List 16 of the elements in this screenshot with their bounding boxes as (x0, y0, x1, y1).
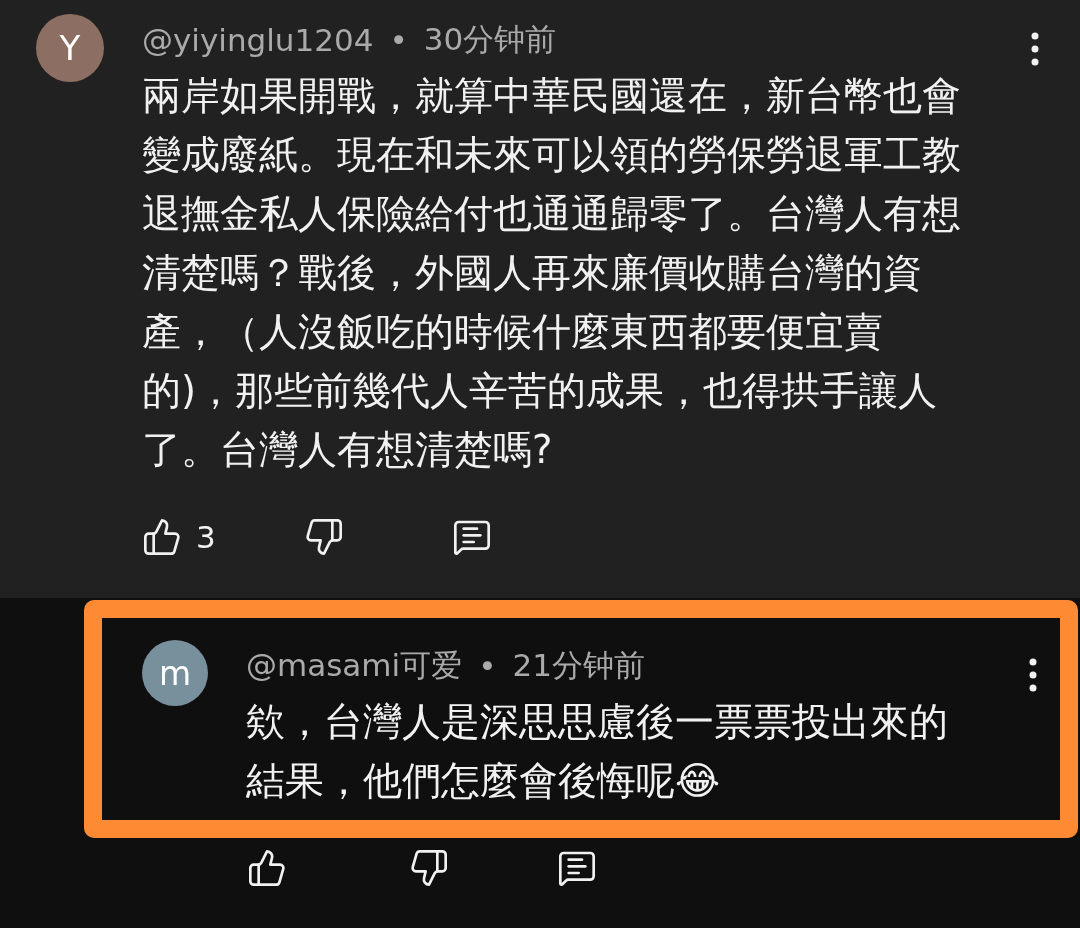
thumbs-up-icon (142, 517, 182, 557)
more-options-icon[interactable] (1028, 658, 1038, 692)
dislike-button[interactable] (304, 517, 344, 557)
comment-text: 兩岸如果開戰，就算中華民國還在，新台幣也會變成廢紙。現在和未來可以領的勞保勞退軍工教退撫金私人保險給付也通通歸零了。台灣人有想清楚嗎？戰後，外國人再來廉價收購台灣的資產，（人沒飯吃的時候什麼東西都要便宜賣的)，那些前幾代人辛苦的成果，也得拱手讓人了。台灣人有想清楚嗎? (142, 72, 962, 474)
comment-text: 欸，台灣人是深思思慮後一票票投出來的結果，他們怎麼會後悔呢😂 (246, 698, 949, 805)
comment-time: 30分钟前 (423, 20, 557, 59)
separator-dot: • (478, 648, 497, 684)
comment-author[interactable]: @masami可爱 (246, 645, 463, 687)
separator-dot: • (389, 22, 408, 58)
avatar[interactable]: Y (36, 14, 104, 82)
dislike-button[interactable] (409, 848, 449, 888)
like-button[interactable]: 3 (142, 517, 304, 557)
comment-author[interactable]: @yiyinglu1204 (142, 22, 374, 58)
comment-time: 21分钟前 (512, 646, 645, 685)
more-options-icon[interactable] (1030, 32, 1040, 66)
like-button[interactable] (247, 848, 287, 888)
